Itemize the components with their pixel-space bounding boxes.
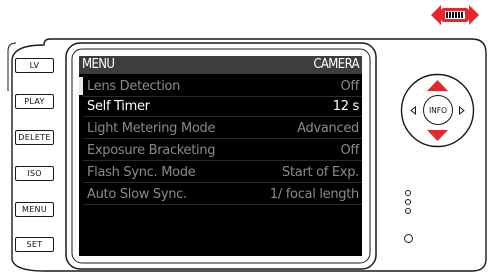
battery-icon xyxy=(429,2,481,28)
menu-item-label: Flash Sync. Mode xyxy=(87,165,196,180)
menu-item-label: Lens Detection xyxy=(87,79,181,94)
menu-item-label: Self Timer xyxy=(87,99,150,114)
set-button[interactable]: SET xyxy=(15,237,54,252)
divider xyxy=(83,204,362,205)
menu-item-lens-detection[interactable]: Lens Detection Off xyxy=(79,77,362,97)
indicator-dot xyxy=(405,208,411,214)
up-arrow-icon[interactable] xyxy=(427,80,448,91)
indicator-dot xyxy=(405,199,411,205)
lcd-screen: MENU CAMERA Lens Detection Off Self Time… xyxy=(79,56,362,256)
divider xyxy=(83,116,362,117)
lv-button[interactable]: LV xyxy=(15,58,54,73)
menu-item-self-timer[interactable]: Self Timer 12 s xyxy=(79,97,362,117)
delete-button[interactable]: DELETE xyxy=(15,130,54,145)
menu-item-label: Auto Slow Sync. xyxy=(87,187,187,202)
menu-item-exposure-bracketing[interactable]: Exposure Bracketing Off xyxy=(79,141,362,161)
divider xyxy=(83,182,362,183)
menu-item-light-metering-mode[interactable]: Light Metering Mode Advanced xyxy=(79,119,362,139)
down-arrow-icon[interactable] xyxy=(427,130,448,141)
menu-item-flash-sync-mode[interactable]: Flash Sync. Mode Start of Exp. xyxy=(79,163,362,183)
info-button[interactable]: INFO xyxy=(423,95,453,125)
menu-section-name: CAMERA xyxy=(313,57,359,72)
menu-item-value: Start of Exp. xyxy=(282,165,359,180)
menu-item-value: 1/ focal length xyxy=(269,187,359,202)
menu-item-value: Off xyxy=(340,143,360,158)
menu-item-value: Off xyxy=(340,79,360,94)
menu-button[interactable]: MENU xyxy=(15,202,54,217)
right-arrow-icon[interactable] xyxy=(459,105,465,116)
indicator-dot xyxy=(405,190,411,196)
menu-item-auto-slow-sync[interactable]: Auto Slow Sync. 1/ focal length xyxy=(79,185,362,205)
divider xyxy=(83,138,362,139)
divider xyxy=(83,160,362,161)
menu-header: MENU CAMERA xyxy=(79,56,362,74)
iso-button[interactable]: ISO xyxy=(15,166,54,181)
menu-item-label: Light Metering Mode xyxy=(87,121,216,136)
menu-item-value: 12 s xyxy=(332,99,360,114)
menu-item-value: Advanced xyxy=(297,121,359,136)
play-button[interactable]: PLAY xyxy=(15,94,54,109)
status-led xyxy=(404,234,413,243)
menu-title: MENU xyxy=(82,57,115,72)
menu-item-label: Exposure Bracketing xyxy=(87,143,216,158)
left-arrow-icon[interactable] xyxy=(410,105,416,116)
